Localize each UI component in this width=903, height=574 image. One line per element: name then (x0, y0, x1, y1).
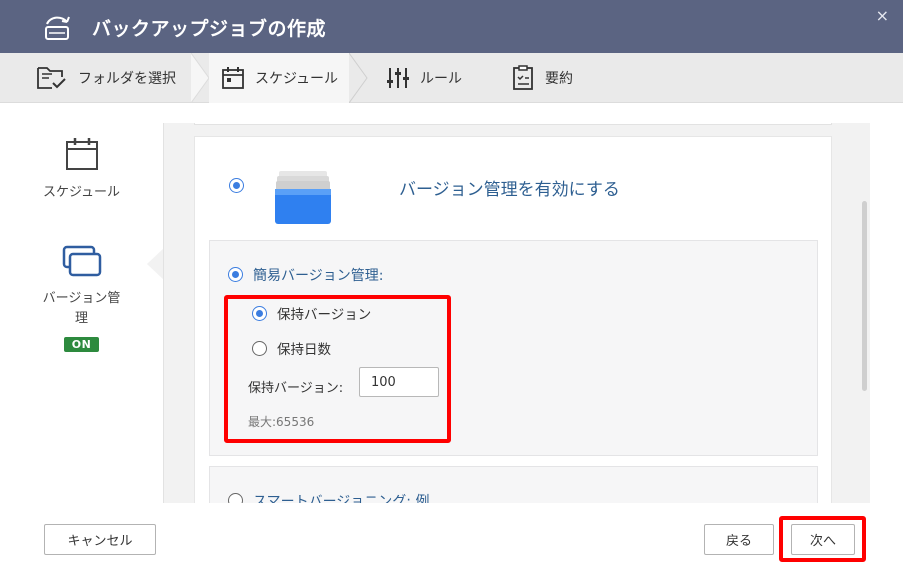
simple-versioning-title: 簡易バージョン管理: (228, 265, 383, 285)
back-button[interactable]: 戻る (704, 524, 774, 555)
enable-versioning-radio[interactable] (229, 178, 244, 193)
enable-versioning-label: バージョン管理を有効にする (399, 180, 620, 200)
sidebar-item-schedule[interactable]: スケジュール (0, 137, 163, 203)
step-schedule[interactable]: スケジュール (209, 53, 349, 103)
next-button[interactable]: 次へ (791, 524, 855, 555)
max-versions-hint: 最大:65536 (248, 415, 315, 429)
simple-versioning-radio[interactable] (228, 267, 243, 282)
simple-versioning-panel: 簡易バージョン管理: 保持バージョン 保持日数 保持バージョン: 最大:6553… (209, 240, 818, 456)
calendar-icon (65, 138, 98, 170)
step-label: スケジュール (255, 71, 339, 87)
status-badge: ON (63, 337, 100, 352)
keep-versions-radio[interactable] (252, 306, 267, 321)
versioning-card: バージョン管理を有効にする 簡易バージョン管理: 保持バージョン 保持日数 保持… (194, 136, 832, 503)
step-summary[interactable]: 要約 (511, 53, 601, 103)
keep-versions-label: 保持バージョン (277, 307, 372, 323)
cancel-button[interactable]: キャンセル (44, 524, 156, 555)
scrollbar[interactable] (858, 123, 870, 503)
simple-versioning-label: 簡易バージョン管理: (253, 268, 384, 284)
versions-icon (62, 245, 101, 277)
settings-sidebar: スケジュール バージョン管理 ON (0, 103, 164, 503)
enable-versioning-row: バージョン管理を有効にする (229, 167, 789, 227)
step-label: 要約 (545, 71, 573, 87)
sliders-icon (387, 68, 409, 88)
label-line-1: バージョン管 (42, 291, 121, 306)
sidebar-item-label: スケジュール (42, 185, 121, 200)
step-select-folder[interactable]: フォルダを選択 (36, 53, 191, 103)
sidebar-item-versioning[interactable]: バージョン管理 ON (0, 245, 163, 352)
smart-versioning-radio[interactable] (228, 493, 243, 503)
keep-days-label: 保持日数 (277, 342, 331, 358)
wizard-steps: フォルダを選択 スケジュール ルール 要約 (0, 53, 903, 103)
label-line-2: 理 (74, 311, 88, 326)
option-keep-versions[interactable]: 保持バージョン (252, 303, 371, 323)
option-keep-days[interactable]: 保持日数 (252, 338, 331, 358)
keep-versions-row: 保持バージョン: (248, 367, 439, 397)
step-rules[interactable]: ルール (386, 53, 486, 103)
folder-check-icon (37, 67, 66, 89)
clipboard-icon (513, 65, 533, 90)
content-area: バージョン管理を有効にする 簡易バージョン管理: 保持バージョン 保持日数 保持… (163, 123, 870, 503)
dialog-footer: キャンセル 戻る 次へ (0, 503, 903, 574)
step-label: フォルダを選択 (78, 71, 176, 87)
smart-versioning-panel: スマートバージョニング: 例 (209, 466, 818, 503)
smart-versioning-label: スマートバージョニング: 例 (253, 494, 430, 503)
previous-card (194, 123, 832, 125)
keep-days-radio[interactable] (252, 341, 267, 356)
sidebar-item-label: バージョン管理 (0, 289, 163, 329)
close-icon[interactable]: × (876, 6, 889, 25)
step-separator (191, 53, 210, 103)
window-title: バックアップジョブの作成 (92, 18, 327, 40)
calendar-icon (222, 67, 244, 89)
scrollbar-thumb[interactable] (862, 201, 867, 391)
keep-versions-field-label: 保持バージョン: (248, 381, 344, 396)
keep-versions-input[interactable] (359, 367, 439, 397)
active-pointer (147, 248, 164, 280)
backup-drive-icon (45, 16, 70, 40)
folder-icon (275, 171, 331, 224)
title-bar: バックアップジョブの作成 × (0, 0, 903, 53)
smart-versioning-title: スマートバージョニング: 例 (228, 491, 429, 503)
step-label: ルール (420, 71, 462, 87)
step-separator (349, 53, 368, 103)
